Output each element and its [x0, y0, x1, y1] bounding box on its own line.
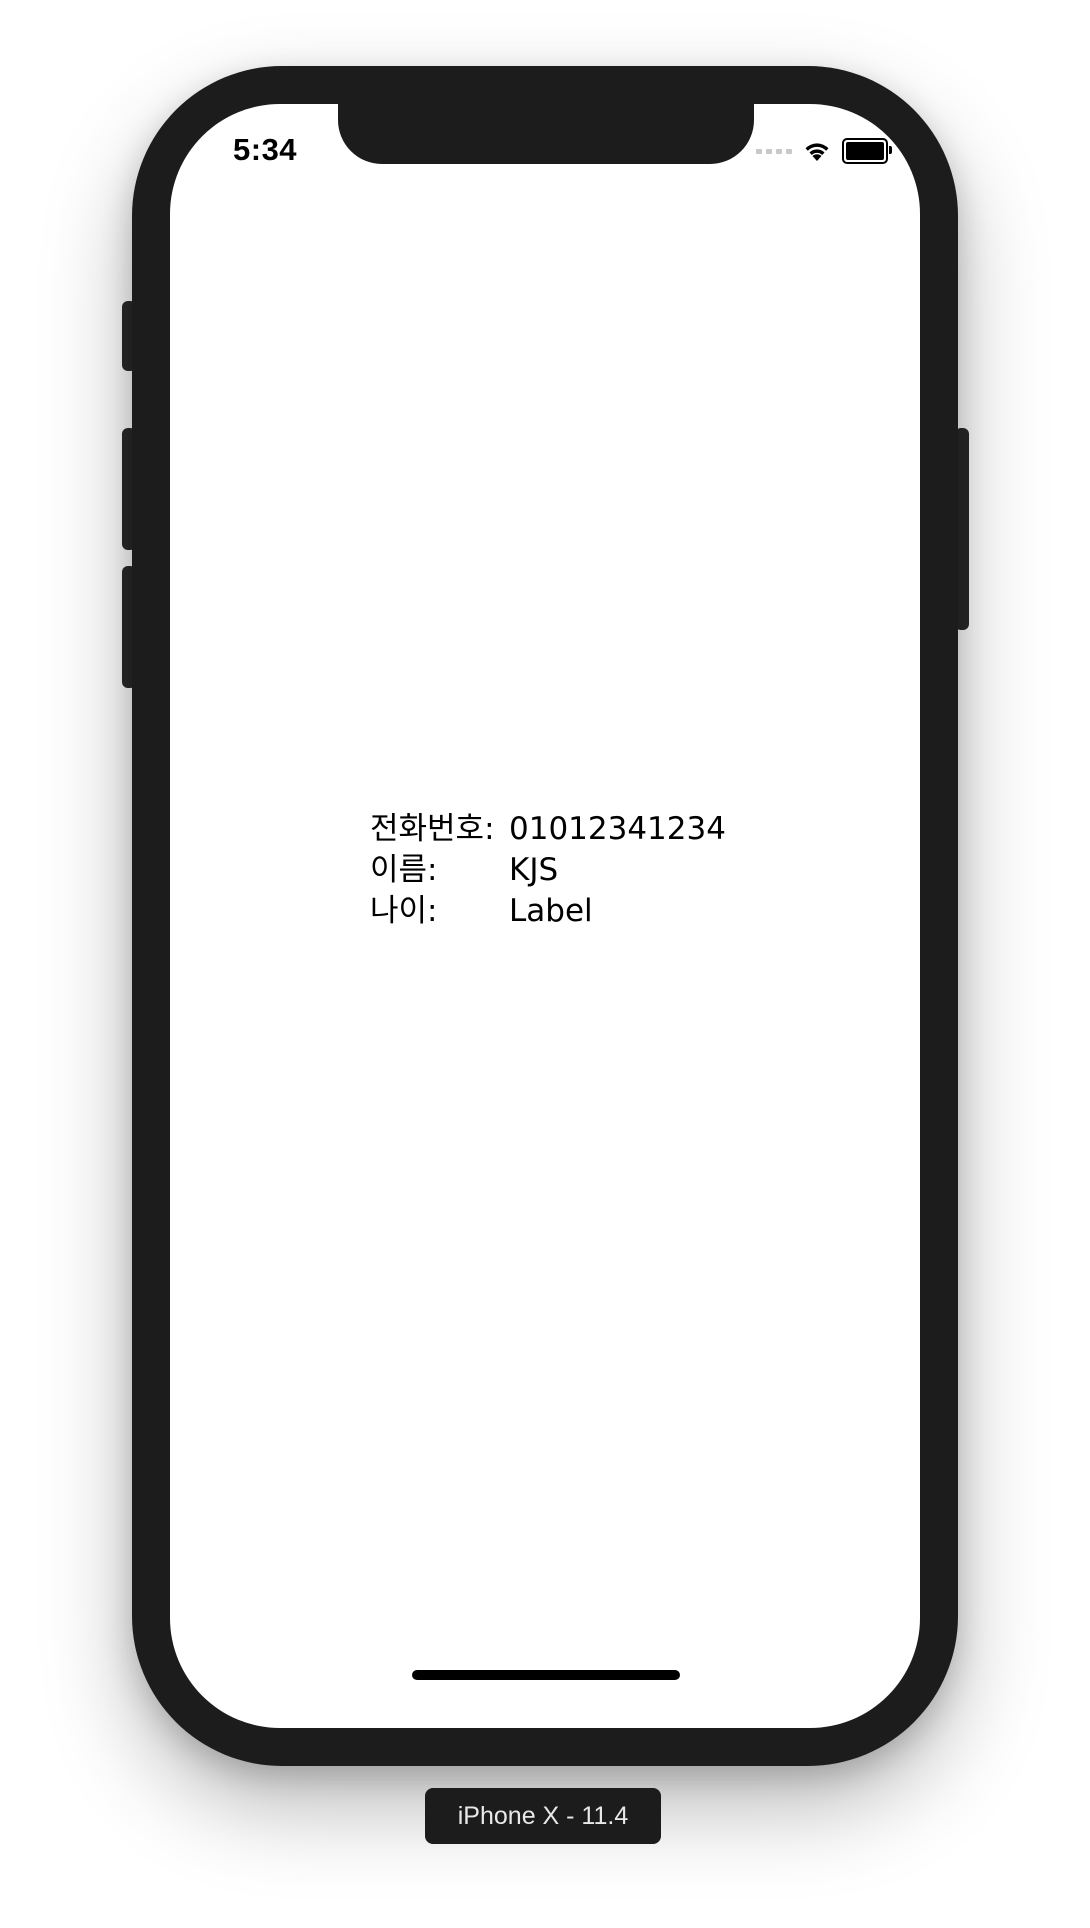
device-label: iPhone X - 11.4 [425, 1788, 661, 1844]
status-time: 5:34 [233, 132, 298, 167]
age-label: 나이: [370, 893, 438, 929]
contact-info: 전화번호: 01012341234 이름: KJS 나이: Label [370, 809, 726, 932]
notch [338, 104, 754, 164]
iphone-frame: 5:34 전화번호: 01012341234 이름: KJS 나이: Label [132, 66, 958, 1766]
name-label: 이름: [370, 852, 438, 888]
status-icons [756, 138, 892, 164]
phone-label: 전화번호: [370, 811, 495, 847]
home-indicator[interactable] [412, 1670, 680, 1680]
simulator-stage: 5:34 전화번호: 01012341234 이름: KJS 나이: Label… [0, 0, 1090, 1928]
name-value: KJS [509, 852, 559, 888]
age-value: Label [509, 893, 593, 929]
wifi-icon [805, 143, 829, 161]
battery-icon [842, 138, 892, 164]
phone-screen[interactable]: 5:34 전화번호: 01012341234 이름: KJS 나이: Label [170, 104, 920, 1728]
phone-value: 01012341234 [509, 811, 726, 847]
cellular-signal-icon [756, 148, 792, 154]
